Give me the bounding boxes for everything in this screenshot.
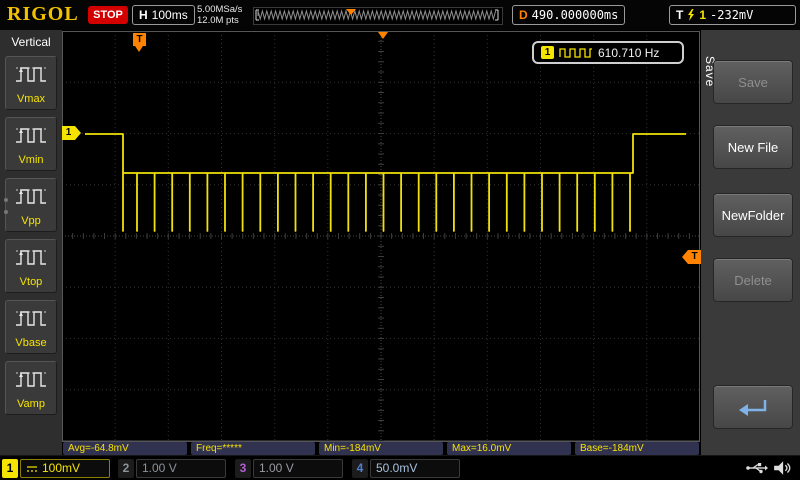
measurement-results-bar: Avg=-64.8mV Freq=***** Min=-184mV Max=16… bbox=[63, 442, 700, 455]
measure-button-vpp[interactable]: Vpp bbox=[5, 178, 57, 232]
measure-label: Vbase bbox=[6, 336, 56, 350]
measure-button-vbase[interactable]: Vbase bbox=[5, 300, 57, 354]
lightning-bolt-icon bbox=[687, 9, 695, 21]
freq-source-channel-badge: 1 bbox=[541, 46, 554, 59]
vbase-icon bbox=[14, 305, 48, 331]
measure-label: Vamp bbox=[6, 397, 56, 411]
delay-value: 490.000000ms bbox=[532, 8, 619, 22]
measurement-base: Base=-184mV bbox=[575, 442, 699, 455]
frequency-value: 610.710 Hz bbox=[598, 46, 659, 60]
timebase-value: 100ms bbox=[152, 8, 188, 22]
measurement-min: Min=-184mV bbox=[319, 442, 443, 455]
page-indicator-dot bbox=[4, 198, 8, 202]
trigger-readout-box[interactable]: T 1 -232mV bbox=[669, 5, 796, 25]
channel1-status[interactable]: 1 100mV bbox=[2, 459, 110, 478]
back-return-button[interactable] bbox=[713, 385, 793, 429]
d-label: D bbox=[519, 8, 528, 22]
measure-label: Vpp bbox=[6, 214, 56, 228]
frequency-counter-readout: 1 610.710 Hz bbox=[532, 41, 684, 64]
measure-label: Vmax bbox=[6, 92, 56, 106]
channel3-scale: 1.00 V bbox=[259, 459, 294, 478]
channel4-scale: 50.0mV bbox=[376, 459, 417, 478]
measurement-freq: Freq=***** bbox=[191, 442, 315, 455]
acquisition-info: 5.00MSa/s 12.0M pts bbox=[197, 4, 242, 26]
speaker-icon[interactable] bbox=[773, 460, 791, 476]
scope-display-area: 1 T T 1 610.710 Hz Avg=-64.8mV Freq=****… bbox=[62, 30, 701, 455]
channel3-status[interactable]: 3 1.00 V bbox=[235, 459, 343, 478]
measurement-avg: Avg=-64.8mV bbox=[63, 442, 187, 455]
vmin-icon bbox=[14, 122, 48, 148]
vpp-icon bbox=[14, 183, 48, 209]
t-label: T bbox=[676, 8, 683, 22]
channel2-scale: 1.00 V bbox=[142, 459, 177, 478]
channel1-number: 1 bbox=[2, 459, 18, 478]
graticule-grid bbox=[62, 31, 700, 442]
channel4-number: 4 bbox=[352, 459, 368, 478]
new-folder-button[interactable]: NewFolder bbox=[713, 193, 793, 237]
channel2-number: 2 bbox=[118, 459, 134, 478]
delay-readout-box[interactable]: D 490.000000ms bbox=[512, 5, 625, 25]
vmax-icon bbox=[14, 61, 48, 87]
dc-coupling-icon bbox=[26, 464, 38, 474]
save-menu-panel: Save Save New File NewFolder Delete bbox=[701, 30, 800, 455]
usb-plug-icon bbox=[745, 460, 769, 476]
memory-depth: 12.0M pts bbox=[197, 15, 242, 26]
save-button[interactable]: Save bbox=[713, 60, 793, 104]
measure-sidebar: Vertical Vmax Vmin Vpp Vtop Vbase Vamp bbox=[0, 30, 63, 455]
preview-waveform-icon bbox=[254, 8, 500, 22]
channel-status-bar: 1 100mV 2 1.00 V 3 1.00 V 4 50.0mV bbox=[0, 455, 800, 480]
channel3-number: 3 bbox=[235, 459, 251, 478]
measure-button-vmin[interactable]: Vmin bbox=[5, 117, 57, 171]
horizontal-timebase-box[interactable]: H 100ms bbox=[132, 5, 195, 25]
channel1-position-marker[interactable]: 1 bbox=[62, 126, 75, 140]
measure-label: Vtop bbox=[6, 275, 56, 289]
new-file-button[interactable]: New File bbox=[713, 125, 793, 169]
measure-label: Vmin bbox=[6, 153, 56, 167]
measure-button-vamp[interactable]: Vamp bbox=[5, 361, 57, 415]
oscilloscope-screen: RIGOL STOP H 100ms 5.00MSa/s 12.0M pts D… bbox=[0, 0, 800, 480]
trigger-level-marker[interactable]: T bbox=[688, 250, 701, 264]
trigger-position-marker[interactable] bbox=[378, 32, 388, 39]
delete-button[interactable]: Delete bbox=[713, 258, 793, 302]
waveform-preview-strip[interactable] bbox=[253, 7, 503, 25]
trigger-source-channel: 1 bbox=[699, 8, 706, 22]
channel4-status[interactable]: 4 50.0mV bbox=[352, 459, 460, 478]
return-arrow-icon bbox=[733, 396, 773, 422]
brand-logo: RIGOL bbox=[7, 3, 79, 26]
trigger-time-flag[interactable]: T bbox=[133, 33, 146, 46]
sample-rate: 5.00MSa/s bbox=[197, 4, 242, 15]
measure-button-vmax[interactable]: Vmax bbox=[5, 56, 57, 110]
measure-button-vtop[interactable]: Vtop bbox=[5, 239, 57, 293]
vamp-icon bbox=[14, 366, 48, 392]
trigger-level-value: -232mV bbox=[710, 8, 753, 22]
page-indicator-dot bbox=[4, 210, 8, 214]
sidebar-title: Vertical bbox=[0, 30, 62, 49]
run-state-badge[interactable]: STOP bbox=[88, 6, 128, 24]
h-label: H bbox=[139, 8, 148, 22]
channel2-status[interactable]: 2 1.00 V bbox=[118, 459, 226, 478]
top-status-bar: RIGOL STOP H 100ms 5.00MSa/s 12.0M pts D… bbox=[0, 0, 800, 31]
channel1-scale: 100mV bbox=[42, 459, 80, 478]
channel1-waveform bbox=[62, 31, 700, 442]
vtop-icon bbox=[14, 244, 48, 270]
measurement-max: Max=16.0mV bbox=[447, 442, 571, 455]
pulse-train-icon bbox=[559, 46, 593, 59]
